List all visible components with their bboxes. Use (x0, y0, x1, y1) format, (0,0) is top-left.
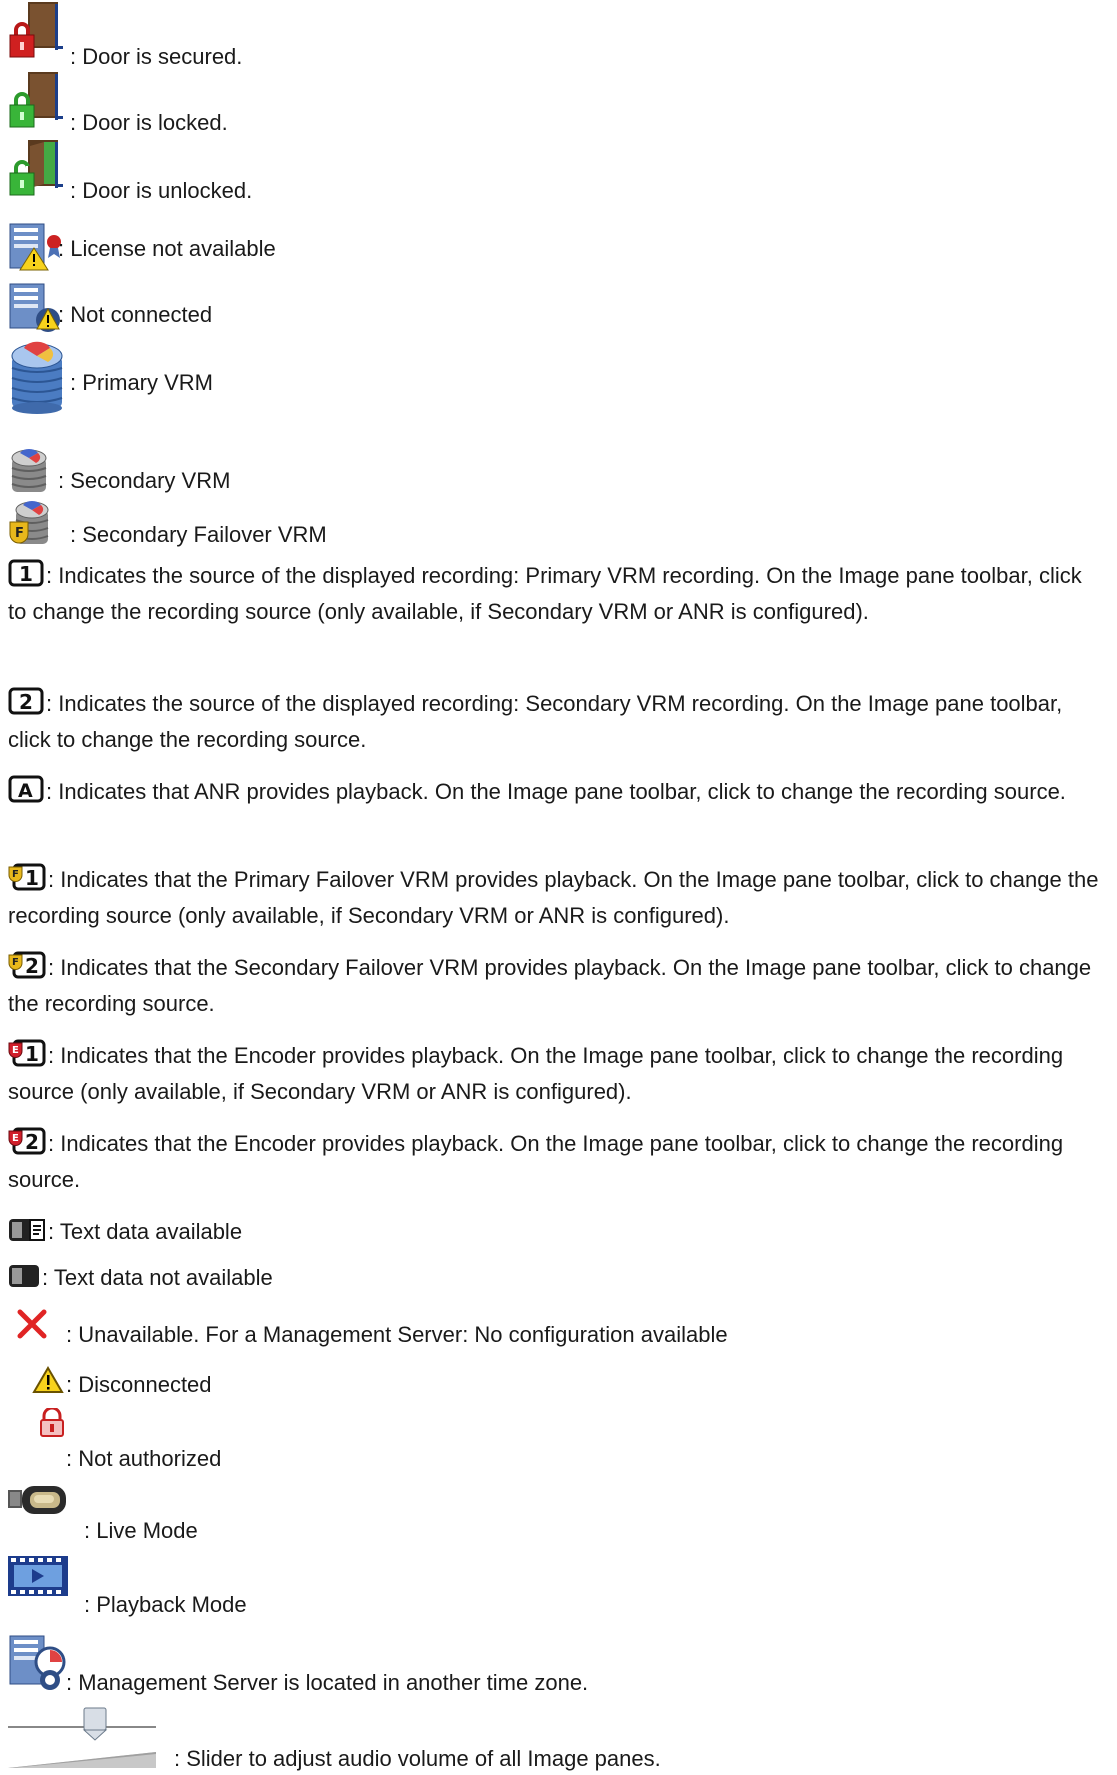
svg-text:F: F (12, 957, 19, 968)
secondary-vrm-icon (8, 446, 52, 496)
legend-entry-door-locked: : Door is locked. (8, 70, 1103, 138)
entry-text: : Not authorized (66, 1446, 222, 1471)
legend-entry-door-unlocked: : Door is unlocked. (8, 138, 1103, 206)
legend-entry-secondary-failover-vrm: F : Secondary Failover VRM (8, 498, 1103, 550)
svg-text:1: 1 (25, 866, 39, 890)
not-authorized-lock-icon (38, 1408, 66, 1438)
entry-text: : Indicates the source of the displayed … (8, 563, 1082, 624)
entry-text: : Disconnected (66, 1372, 212, 1397)
entry-text: : Management Server is located in anothe… (66, 1670, 589, 1695)
legend-entry-encoder-1: 1E : Indicates that the Encoder provides… (8, 1038, 1103, 1110)
failover-2-icon: 2F (8, 951, 46, 979)
disconnected-warning-icon (32, 1366, 64, 1394)
entry-text: : Indicates the source of the displayed … (8, 691, 1063, 752)
live-mode-camera-icon (8, 1482, 74, 1518)
entry-text: : Door is unlocked. (70, 178, 253, 203)
legend-entry-live-mode: : Live Mode (8, 1482, 1103, 1548)
svg-text:2: 2 (25, 1130, 39, 1154)
not-connected-icon (8, 282, 64, 334)
legend-entry-management-server-timezone: : Management Server is located in anothe… (8, 1634, 1103, 1702)
legend-entry-encoder-2: 2E : Indicates that the Encoder provides… (8, 1126, 1103, 1198)
primary-vrm-icon (8, 340, 66, 418)
legend-entry-not-authorized: : Not authorized (8, 1408, 1103, 1474)
legend-entry-playback-mode: : Playback Mode (8, 1556, 1103, 1622)
entry-text: : Indicates that the Secondary Failover … (8, 955, 1092, 1016)
legend-entry-failover-1: 1F : Indicates that the Primary Failover… (8, 862, 1103, 934)
entry-text: : Door is locked. (70, 110, 228, 135)
source-anr-icon: A (8, 775, 44, 803)
entry-text: : Not connected (58, 302, 213, 327)
legend-entry-door-secured: : Door is secured. (8, 0, 1103, 70)
entry-text: : Text data available (48, 1219, 243, 1244)
svg-text:1: 1 (25, 1042, 39, 1066)
svg-text:2: 2 (19, 690, 33, 714)
door-secured-icon (8, 0, 63, 62)
entry-text: : Door is secured. (70, 44, 243, 69)
entry-text: : Secondary Failover VRM (70, 522, 327, 547)
legend-entry-failover-2: 2F : Indicates that the Secondary Failov… (8, 950, 1103, 1022)
svg-text:E: E (12, 1133, 19, 1144)
svg-text:F: F (12, 869, 19, 880)
legend-entry-secondary-vrm: : Secondary VRM (8, 446, 1103, 496)
management-server-timezone-icon (8, 1634, 66, 1692)
legend-entry-unavailable: : Unavailable. For a Management Server: … (8, 1300, 1103, 1356)
svg-text:2: 2 (25, 954, 39, 978)
entry-text: : License not available (58, 236, 276, 261)
svg-text:F: F (15, 526, 24, 541)
encoder-2-icon: 2E (8, 1127, 46, 1155)
entry-text: : Primary VRM (70, 370, 213, 395)
legend-entry-not-connected: : Not connected (8, 282, 1103, 340)
source-2-icon: 2 (8, 687, 44, 715)
entry-text: : Unavailable. For a Management Server: … (66, 1322, 728, 1347)
svg-text:E: E (12, 1045, 19, 1056)
svg-text:1: 1 (19, 562, 33, 586)
entry-text: : Secondary VRM (58, 468, 231, 493)
legend-entry-primary-vrm: : Primary VRM (8, 340, 1103, 422)
door-locked-icon (8, 70, 63, 132)
entry-text: : Live Mode (84, 1518, 198, 1543)
entry-text: : Text data not available (42, 1265, 273, 1290)
legend-entry-audio-volume-slider: : Slider to adjust audio volume of all I… (8, 1704, 1103, 1771)
legend-entry-disconnected: : Disconnected (8, 1366, 1103, 1406)
svg-text:A: A (18, 780, 33, 802)
legend-entry-source-2: 2 : Indicates the source of the displaye… (8, 686, 1103, 758)
entry-text: : Indicates that the Primary Failover VR… (8, 867, 1099, 928)
text-data-available-icon (8, 1217, 46, 1243)
legend-entry-license-not-available: : License not available (8, 222, 1103, 274)
legend-entry-text-data-available: : Text data available (8, 1214, 1103, 1254)
encoder-1-icon: 1E (8, 1039, 46, 1067)
door-unlocked-icon (8, 138, 63, 200)
source-1-icon: 1 (8, 559, 44, 587)
legend-entry-text-data-not-available: : Text data not available (8, 1260, 1103, 1300)
legend-entry-source-1: 1 : Indicates the source of the displaye… (8, 558, 1103, 668)
entry-text: : Indicates that the Encoder provides pl… (8, 1043, 1064, 1104)
entry-text: : Indicates that the Encoder provides pl… (8, 1131, 1064, 1192)
failover-1-icon: 1F (8, 863, 46, 891)
audio-volume-slider-icon (8, 1704, 158, 1768)
unavailable-x-icon (16, 1308, 48, 1340)
legend-entry-source-anr: A : Indicates that ANR provides playback… (8, 774, 1103, 846)
playback-mode-film-icon (8, 1556, 68, 1596)
entry-text: : Indicates that ANR provides playback. … (46, 779, 1066, 804)
entry-text: : Slider to adjust audio volume of all I… (174, 1746, 661, 1771)
entry-text: : Playback Mode (84, 1592, 247, 1617)
text-data-not-available-icon (8, 1263, 40, 1289)
secondary-failover-vrm-icon: F (8, 498, 54, 548)
